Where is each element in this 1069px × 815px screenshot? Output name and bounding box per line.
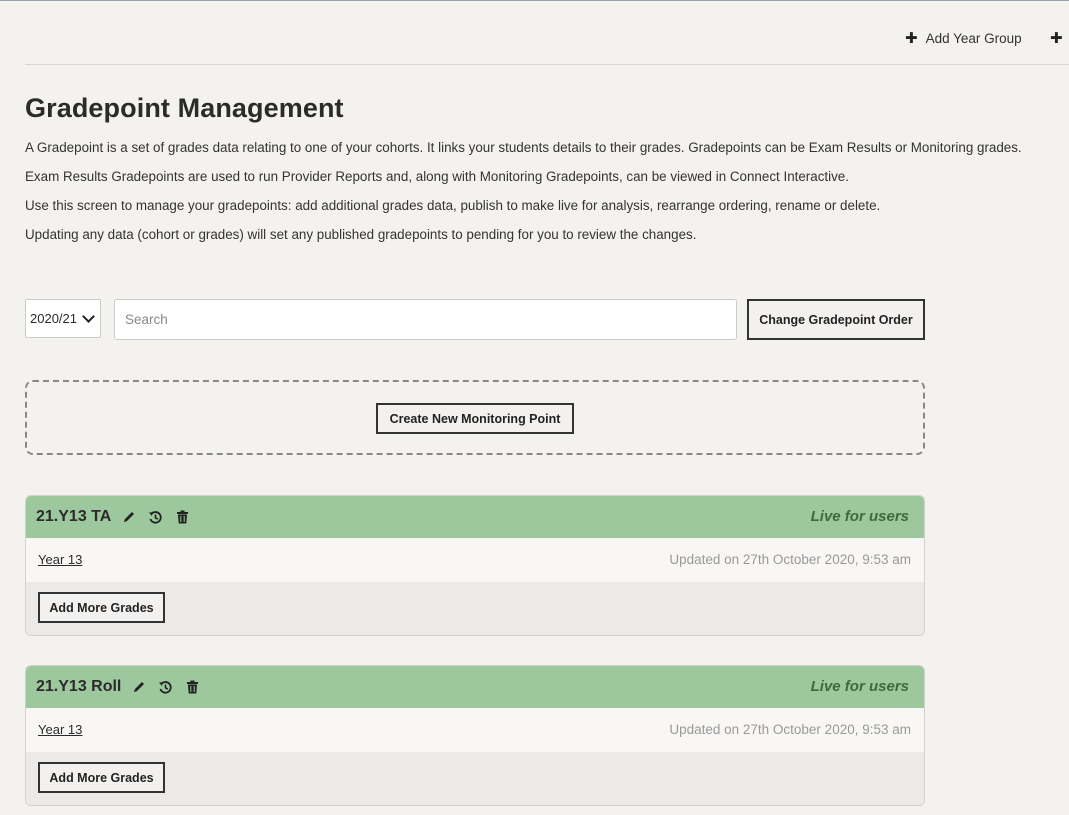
gradepoint-name: 21.Y13 Roll <box>36 678 122 695</box>
plus-icon: ✚ <box>1050 30 1063 47</box>
description-line: Use this screen to manage your gradepoin… <box>25 198 881 213</box>
page-title: Gradepoint Management <box>25 93 344 123</box>
updated-timestamp: Updated on 27th October 2020, 9:53 am <box>669 552 911 567</box>
gradepoint-card-meta: Year 13 Updated on 27th October 2020, 9:… <box>26 538 924 582</box>
create-monitoring-point-dropzone: Create New Monitoring Point <box>25 380 925 455</box>
top-action-bar: ✚ Add Year Group ✚ <box>0 0 1069 65</box>
year-select[interactable]: 2020/21 <box>25 299 101 338</box>
trash-icon[interactable] <box>175 510 190 525</box>
cohort-link[interactable]: Year 13 <box>38 722 82 737</box>
create-new-monitoring-point-button[interactable]: Create New Monitoring Point <box>376 403 574 434</box>
gradepoint-card-header: 21.Y13 Roll Live for users <box>26 666 924 708</box>
status-badge: Live for users <box>810 508 909 525</box>
description-line: A Gradepoint is a set of grades data rel… <box>25 140 1022 155</box>
description-line: Exam Results Gradepoints are used to run… <box>25 169 849 184</box>
history-icon[interactable] <box>148 510 163 525</box>
add-year-group-label: Add Year Group <box>925 31 1022 46</box>
add-more-grades-button[interactable]: Add More Grades <box>38 592 165 623</box>
gradepoint-card: 21.Y13 TA Live for users Year 13 Updated… <box>25 495 925 636</box>
description-line: Updating any data (cohort or grades) wil… <box>25 227 697 242</box>
year-select-value: 2020/21 <box>30 311 77 326</box>
cohort-link[interactable]: Year 13 <box>38 552 82 567</box>
page-description: A Gradepoint is a set of grades data rel… <box>25 139 1069 255</box>
gradepoint-card-footer: Add More Grades <box>26 582 924 635</box>
add-action-button-truncated[interactable]: ✚ <box>1050 31 1063 46</box>
trash-icon[interactable] <box>185 680 200 695</box>
pencil-icon[interactable] <box>131 680 146 695</box>
gradepoint-card: 21.Y13 Roll Live for users Year 13 Updat… <box>25 665 925 806</box>
change-gradepoint-order-button[interactable]: Change Gradepoint Order <box>747 299 925 340</box>
add-year-group-button[interactable]: ✚ Add Year Group <box>905 31 1022 46</box>
updated-timestamp: Updated on 27th October 2020, 9:53 am <box>669 722 911 737</box>
pencil-icon[interactable] <box>121 510 136 525</box>
gradepoint-card-header: 21.Y13 TA Live for users <box>26 496 924 538</box>
search-input[interactable] <box>114 299 737 340</box>
gradepoint-card-footer: Add More Grades <box>26 752 924 805</box>
gradepoint-actions <box>121 510 190 525</box>
add-more-grades-button[interactable]: Add More Grades <box>38 762 165 793</box>
status-badge: Live for users <box>810 678 909 695</box>
gradepoint-actions <box>131 680 200 695</box>
chevron-down-icon <box>82 310 95 323</box>
history-icon[interactable] <box>158 680 173 695</box>
gradepoint-name: 21.Y13 TA <box>36 508 112 525</box>
divider <box>25 64 1069 65</box>
gradepoint-card-meta: Year 13 Updated on 27th October 2020, 9:… <box>26 708 924 752</box>
plus-icon: ✚ <box>905 30 918 47</box>
